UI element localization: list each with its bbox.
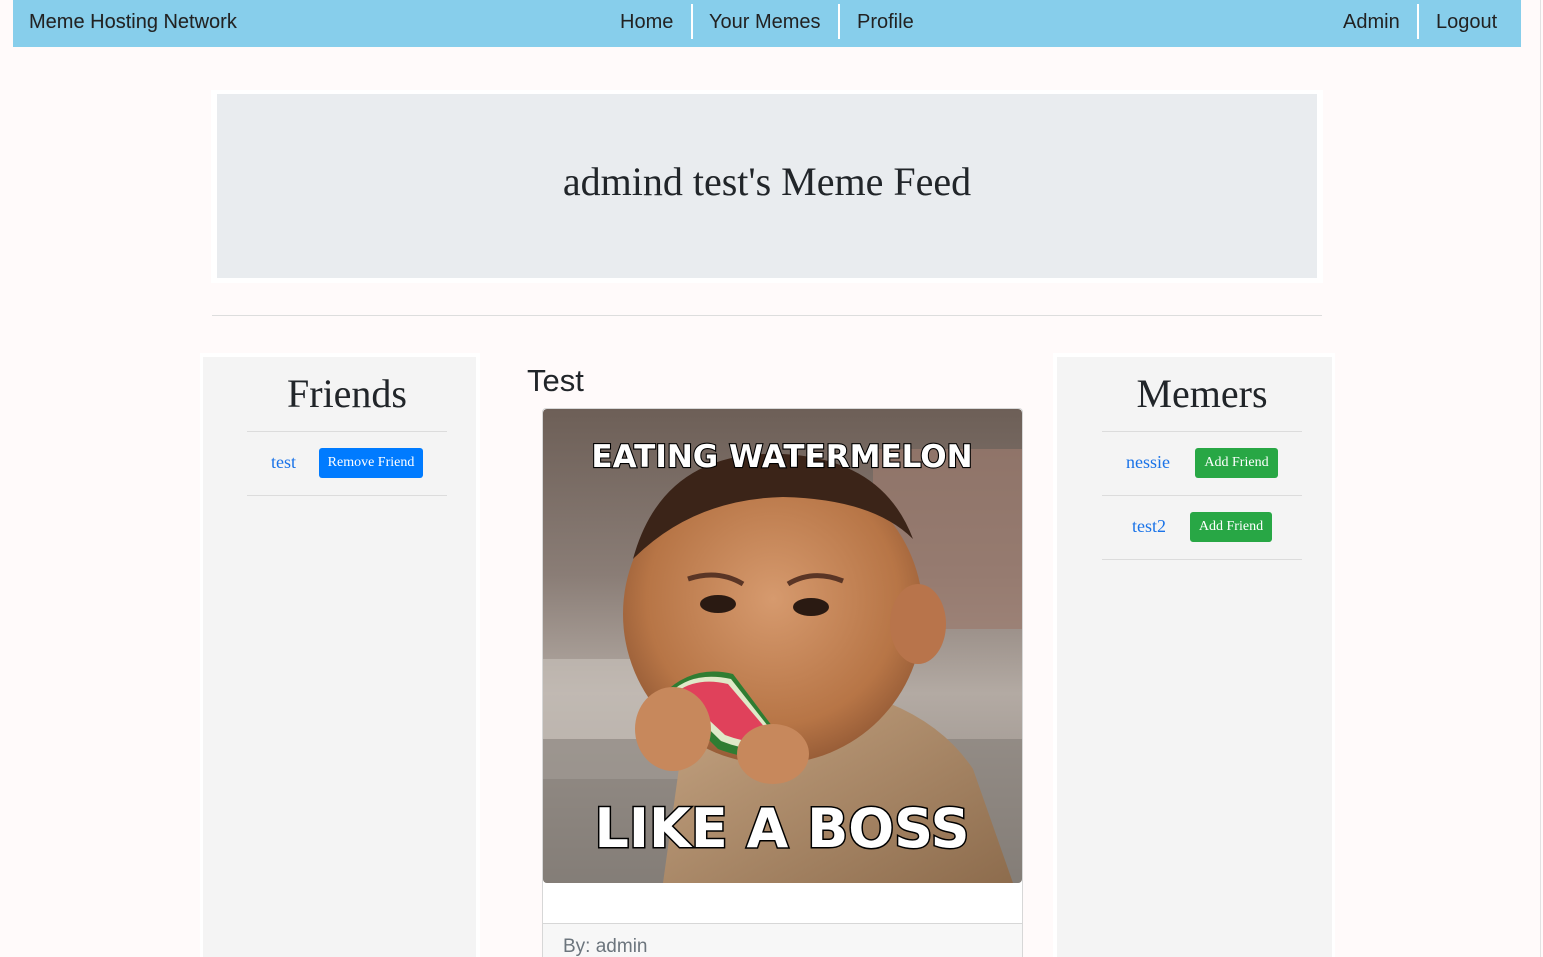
memers-separator	[1102, 495, 1302, 496]
memers-panel	[1057, 357, 1332, 957]
friends-panel	[203, 357, 476, 957]
friends-separator	[247, 495, 447, 496]
post-byline: By: admin	[563, 936, 648, 957]
post-title: Test	[527, 363, 584, 398]
card-footer: By: admin	[543, 923, 1022, 957]
remove-friend-button[interactable]: Remove Friend	[319, 448, 423, 478]
brand-link[interactable]: Meme Hosting Network	[29, 11, 237, 34]
nav-divider	[1417, 4, 1419, 39]
friends-separator	[247, 431, 447, 432]
meme-bottom-caption: LIKE A BOSS	[594, 797, 969, 860]
nav-link-admin[interactable]: Admin	[1343, 11, 1400, 34]
add-friend-button-test2[interactable]: Add Friend	[1190, 512, 1272, 542]
meme-top-caption: EATING WATERMELON	[591, 439, 972, 475]
page-title: admind test's Meme Feed	[562, 159, 972, 204]
memers-separator	[1102, 431, 1302, 432]
memer-link-nessie[interactable]: nessie	[1126, 452, 1170, 473]
add-friend-button-nessie[interactable]: Add Friend	[1195, 448, 1278, 478]
nav-link-logout[interactable]: Logout	[1436, 11, 1497, 34]
friend-link-test[interactable]: test	[271, 452, 296, 473]
window-edge	[1540, 0, 1541, 957]
meme-card: EATING WATERMELON LIKE A BOSS By: admin	[542, 408, 1023, 957]
nav-divider	[691, 4, 693, 39]
divider	[212, 315, 1322, 316]
navbar: Meme Hosting Network Home Your Memes Pro…	[13, 0, 1521, 47]
feed-header: admind test's Meme Feed	[217, 94, 1317, 278]
nav-divider	[838, 4, 840, 39]
meme-photo: EATING WATERMELON LIKE A BOSS	[543, 409, 1022, 883]
memers-title: Memers	[1136, 371, 1268, 416]
nav-link-profile[interactable]: Profile	[857, 11, 914, 34]
memer-link-test2[interactable]: test2	[1132, 516, 1166, 537]
page: Meme Hosting Network Home Your Memes Pro…	[0, 0, 1543, 957]
nav-link-home[interactable]: Home	[620, 11, 673, 34]
friends-title: Friends	[287, 371, 407, 416]
nav-link-your-memes[interactable]: Your Memes	[709, 11, 821, 34]
memers-separator	[1102, 559, 1302, 560]
